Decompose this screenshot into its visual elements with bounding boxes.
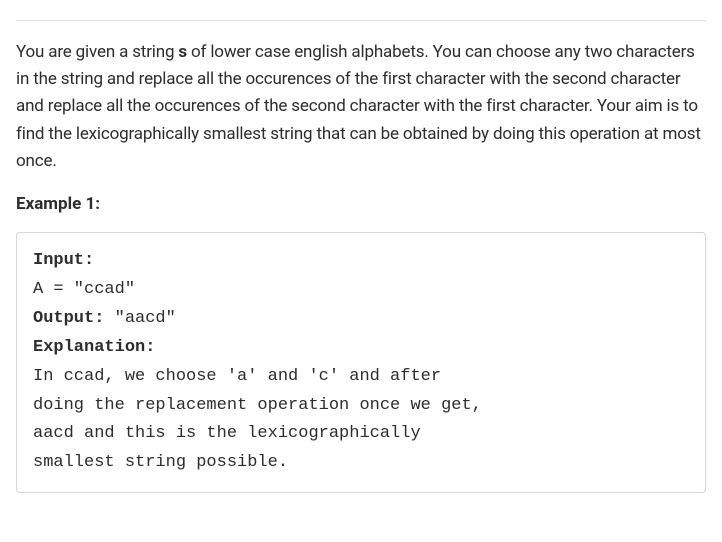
desc-var: s <box>178 42 187 62</box>
output-value: "aacd" <box>115 309 176 328</box>
explanation-text: In ccad, we choose 'a' and 'c' and after… <box>33 367 492 473</box>
example-code-block: Input: A = "ccad" Output: "aacd" Explana… <box>16 232 706 493</box>
input-label: Input: <box>33 251 94 270</box>
input-value: A = "ccad" <box>33 280 135 299</box>
output-label: Output: <box>33 309 115 328</box>
example-title: Example 1: <box>16 191 706 218</box>
divider-top <box>16 20 706 21</box>
problem-description: You are given a string s of lower case e… <box>16 39 706 175</box>
explanation-label: Explanation: <box>33 338 155 357</box>
desc-prefix: You are given a string <box>16 42 178 62</box>
